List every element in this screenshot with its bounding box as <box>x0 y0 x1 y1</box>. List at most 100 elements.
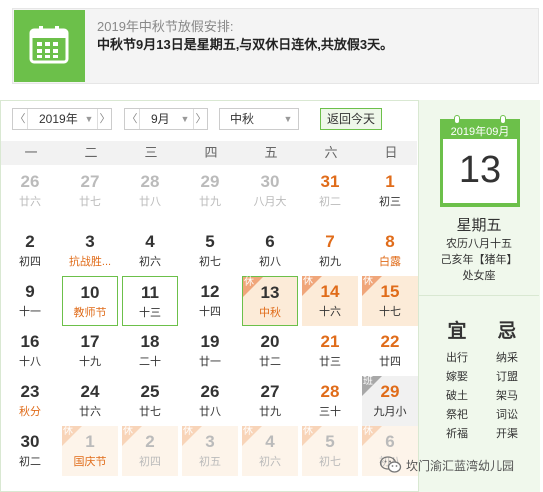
day-number: 5 <box>325 432 335 451</box>
lunar-label: 中秋 <box>259 307 281 319</box>
day-number: 17 <box>80 332 100 351</box>
day-cell[interactable]: 30 八月大 <box>242 166 298 216</box>
day-cell[interactable]: 26 廿六 <box>2 166 58 216</box>
day-cell[interactable]: 班 29 九月小 <box>362 376 418 426</box>
day-cell[interactable]: 21 廿三 <box>302 326 358 376</box>
day-cell[interactable]: 3 抗战胜... <box>62 226 118 276</box>
big-date-face: 13 <box>443 139 517 203</box>
day-cell[interactable]: 休 2 初四 <box>122 426 178 476</box>
day-cell[interactable]: 休 15 十七 <box>362 276 418 326</box>
day-cell[interactable]: 25 廿七 <box>122 376 178 426</box>
lunar-label: 初二 <box>319 196 341 208</box>
day-number: 27 <box>80 172 100 191</box>
day-cell[interactable]: 29 廿九 <box>182 166 238 216</box>
yi-item: 祈福 <box>446 428 468 440</box>
day-cell[interactable]: 28 三十 <box>302 376 358 426</box>
lunar-label: 廿九 <box>199 196 221 208</box>
month-value: 9月 <box>151 112 170 126</box>
holiday-selector[interactable]: 中秋 ▼ <box>219 108 299 130</box>
day-cell[interactable]: 10 教师节 <box>62 276 118 326</box>
day-number: 29 <box>200 172 220 191</box>
day-cell[interactable]: 7 初九 <box>302 226 358 276</box>
day-cell[interactable]: 1 初三 <box>362 166 418 216</box>
lunar-label: 九月小 <box>373 406 407 418</box>
lunar-label: 初六 <box>259 456 281 468</box>
lunar-label: 初五 <box>199 456 221 468</box>
month-selector[interactable]: 〈 9月 ▼ 〉 <box>124 108 208 130</box>
day-cell[interactable]: 休 14 十六 <box>302 276 358 326</box>
lunar-label: 初七 <box>319 456 341 468</box>
day-cell[interactable]: 5 初七 <box>182 226 238 276</box>
day-number: 31 <box>320 172 340 191</box>
day-number: 21 <box>320 332 340 351</box>
year-value: 2019年 <box>39 112 78 126</box>
day-cell[interactable]: 2 初四 <box>2 226 58 276</box>
day-cell[interactable]: 18 二十 <box>122 326 178 376</box>
day-number: 26 <box>20 172 40 191</box>
day-cell[interactable]: 9 十一 <box>2 276 58 326</box>
lunar-label: 二十 <box>139 356 161 368</box>
day-cell[interactable]: 休 1 国庆节 <box>62 426 118 476</box>
day-cell[interactable]: 12 十四 <box>182 276 238 326</box>
wechat-icon <box>380 456 402 473</box>
lunar-label: 廿四 <box>379 356 401 368</box>
day-cell[interactable]: 8 白露 <box>362 226 418 276</box>
yi-item: 嫁娶 <box>446 371 468 383</box>
day-cell[interactable]: 23 秋分 <box>2 376 58 426</box>
day-cell[interactable]: 27 廿七 <box>62 166 118 216</box>
lunar-label: 初四 <box>139 456 161 468</box>
watermark-text: 坎门渝汇蓝湾幼儿园 <box>406 459 515 473</box>
year-selector[interactable]: 〈 2019年 ▼ 〉 <box>12 108 112 130</box>
yi-list: 宜 出行 嫁娶 破土 祭祀 祈福 <box>435 320 479 444</box>
day-number: 28 <box>320 382 340 401</box>
day-cell[interactable]: 休 3 初五 <box>182 426 238 476</box>
day-number: 1 <box>385 172 395 191</box>
lunar-label: 十八 <box>19 356 41 368</box>
year-prev-button[interactable]: 〈 <box>13 109 28 129</box>
day-number: 20 <box>260 332 280 351</box>
day-cell[interactable]: 22 廿四 <box>362 326 418 376</box>
weekday-label: 二 <box>84 145 98 160</box>
day-number: 6 <box>385 432 395 451</box>
day-cell[interactable]: 休 13 中秋 <box>242 276 298 326</box>
lunar-label: 十四 <box>199 306 221 318</box>
day-number: 3 <box>205 432 215 451</box>
day-number: 30 <box>260 172 280 191</box>
back-to-today-button[interactable]: 返回今天 <box>320 108 382 130</box>
lunar-label: 抗战胜... <box>68 256 112 268</box>
day-cell[interactable]: 6 初八 <box>242 226 298 276</box>
lunar-label: 教师节 <box>73 307 107 319</box>
month-prev-button[interactable]: 〈 <box>125 109 140 129</box>
day-cell[interactable]: 4 初六 <box>122 226 178 276</box>
chevron-down-icon: ▼ <box>283 114 293 124</box>
day-cell[interactable]: 24 廿六 <box>62 376 118 426</box>
day-cell[interactable]: 28 廿八 <box>122 166 178 216</box>
day-detail-panel: 2019年09月 13 星期五 农历八月十五 己亥年【猪年】 处女座 宜 出行 … <box>418 100 540 492</box>
day-number: 13 <box>260 283 280 302</box>
ji-title: 忌 <box>497 321 517 342</box>
watermark: 坎门渝汇蓝湾幼儿园 <box>380 454 540 476</box>
lunar-label: 十七 <box>379 306 401 318</box>
day-cell[interactable]: 31 初二 <box>302 166 358 216</box>
day-number: 2 <box>145 432 155 451</box>
notice-calendar-badge <box>14 10 85 82</box>
day-cell[interactable]: 休 4 初六 <box>242 426 298 476</box>
day-cell[interactable]: 26 廿八 <box>182 376 238 426</box>
day-cell[interactable]: 11 十三 <box>122 276 178 326</box>
day-number: 28 <box>140 172 160 191</box>
lunar-label: 十六 <box>319 306 341 318</box>
ji-list: 忌 纳采 订盟 架马 词讼 开渠 <box>485 320 529 444</box>
detail-year-month: 2019年09月 <box>450 126 510 138</box>
day-cell[interactable]: 30 初二 <box>2 426 58 476</box>
day-number: 2 <box>25 232 35 251</box>
day-cell[interactable]: 17 十九 <box>62 326 118 376</box>
day-cell[interactable]: 16 十八 <box>2 326 58 376</box>
day-cell[interactable]: 20 廿二 <box>242 326 298 376</box>
day-cell[interactable]: 27 廿九 <box>242 376 298 426</box>
day-cell[interactable]: 休 5 初七 <box>302 426 358 476</box>
month-next-button[interactable]: 〉 <box>193 109 208 129</box>
day-number: 7 <box>325 232 335 251</box>
year-next-button[interactable]: 〉 <box>97 109 112 129</box>
day-cell[interactable]: 19 廿一 <box>182 326 238 376</box>
day-number: 10 <box>80 283 100 302</box>
